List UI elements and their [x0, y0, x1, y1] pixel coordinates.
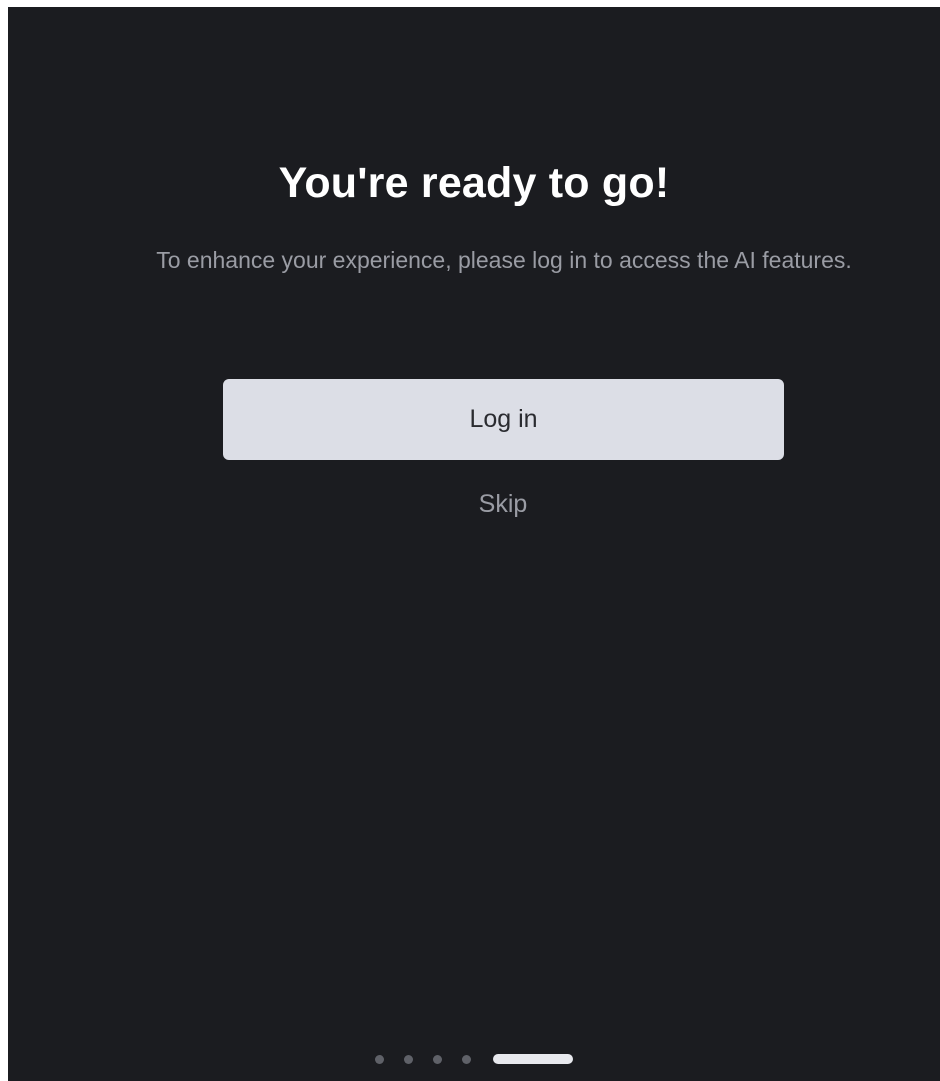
page-dot-3[interactable]: [433, 1054, 442, 1064]
page-dot-4[interactable]: [462, 1054, 471, 1064]
page-subtitle: To enhance your experience, please log i…: [156, 247, 852, 273]
page-dot-2[interactable]: [404, 1054, 413, 1064]
page-dot-1[interactable]: [375, 1054, 384, 1064]
login-button[interactable]: Log in: [223, 379, 784, 460]
page-title: You're ready to go!: [278, 159, 670, 207]
skip-link[interactable]: Skip: [428, 488, 578, 520]
page-indicator: [8, 1053, 940, 1065]
page-dot-5-active[interactable]: [493, 1054, 573, 1064]
onboarding-panel: You're ready to go! To enhance your expe…: [8, 7, 940, 1081]
